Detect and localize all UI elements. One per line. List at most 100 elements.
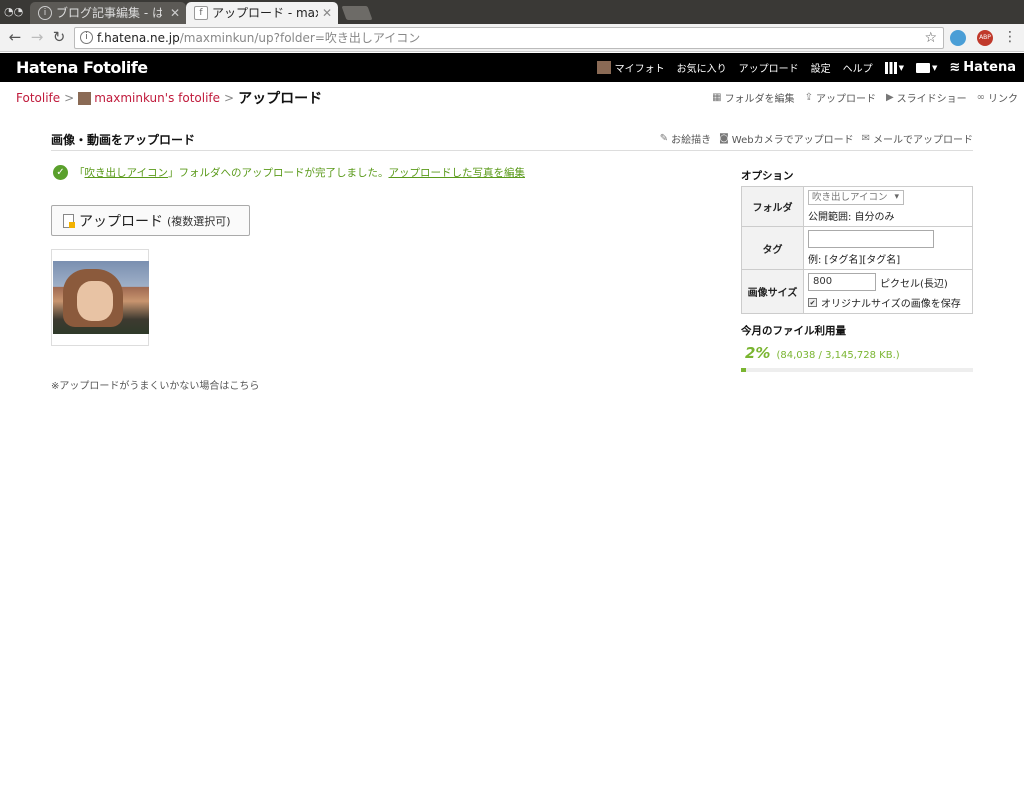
extension-bird-icon[interactable] (950, 30, 966, 46)
usage-progress-fill (741, 368, 746, 372)
nav-upload[interactable]: アップロード (739, 60, 799, 75)
camera-icon: ◙ (719, 133, 729, 144)
tab-favicon-icon: f (194, 6, 208, 20)
upload-person-icon: ⇪ (804, 92, 813, 103)
browser-menu-icon[interactable]: ⋮ (1003, 28, 1017, 46)
folder-link[interactable]: 吹き出しアイコン (85, 165, 168, 180)
size-input[interactable]: 800 (808, 273, 876, 291)
notifications-menu[interactable]: ▼ (915, 62, 938, 73)
link-label: フォルダを編集 (724, 94, 795, 105)
link-label: お絵描き (671, 135, 712, 146)
edit-uploaded-link[interactable]: アップロードした写真を編集 (388, 165, 525, 180)
webcam-link[interactable]: ◙ Webカメラでアップロード (719, 131, 854, 146)
chain-link-icon: ∞ (976, 92, 985, 103)
breadcrumb-separator: > (224, 91, 235, 105)
user-avatar (78, 91, 92, 105)
divider (51, 150, 973, 151)
new-tab-button[interactable] (341, 6, 373, 20)
breadcrumb: Fotolife > maxminkun's fotolife > アップロード (16, 88, 322, 108)
info-icon[interactable]: i (80, 31, 93, 44)
thumbnail-image (53, 261, 149, 334)
help-link[interactable]: ※アップロードがうまくいかない場合はこちら (51, 377, 259, 392)
incognito-icon: ◔◔ (4, 5, 24, 18)
tab-favicon-icon: i (38, 6, 52, 20)
envelope-icon: ✉ (861, 133, 870, 144)
page-title: アップロード (238, 91, 323, 107)
tab-close-icon[interactable]: ✕ (170, 2, 180, 24)
draw-link[interactable]: ✎ お絵描き (660, 131, 711, 146)
keep-original-option[interactable]: ✔ オリジナルサイズの画像を保存 (808, 295, 968, 310)
breadcrumb-root[interactable]: Fotolife (16, 91, 60, 105)
wifi-logo-icon: ≋ (949, 60, 961, 75)
nav-favorites[interactable]: お気に入り (677, 60, 727, 75)
url-path: /maxminkun/up?folder=吹き出しアイコン (179, 31, 421, 45)
link-label: Webカメラでアップロード (731, 135, 854, 146)
size-unit: ピクセル(長辺) (880, 278, 948, 290)
link-label: スライドショー (896, 94, 967, 105)
tab-close-icon[interactable]: ✕ (322, 2, 332, 24)
nav-myfoto[interactable]: マイフォト (596, 60, 665, 75)
folder-grid-icon: ▦ (712, 92, 722, 103)
upload-button-sub: (複数選択可) (167, 214, 231, 228)
apps-menu[interactable]: ▼ (884, 61, 904, 74)
tag-cell: 例: [タグ名][タグ名] (803, 226, 973, 270)
tab-blog-edit[interactable]: i ブログ記事編集 - は ✕ (30, 2, 186, 24)
grid-icon (884, 61, 897, 74)
forward-arrow-icon[interactable]: → (28, 28, 46, 46)
brand-label: Hatena (963, 60, 1016, 75)
back-arrow-icon[interactable]: ← (6, 28, 24, 46)
site-header: Hatena Fotolife マイフォト お気に入り アップロード 設定 ヘル… (0, 53, 1024, 82)
folder-cell: 吹き出しアイコン 公開範囲: 自分のみ (803, 186, 973, 227)
upload-button[interactable]: アップロード (複数選択可) (51, 205, 250, 236)
checkbox-checked-icon[interactable]: ✔ (808, 298, 817, 307)
link-link[interactable]: ∞ リンク (977, 90, 1018, 105)
breadcrumb-user[interactable]: maxminkun's fotolife (94, 91, 220, 105)
notice-text: 」フォルダへのアップロードが完了しました。 (167, 167, 389, 179)
usage-heading: 今月のファイル利用量 (741, 325, 846, 337)
page-actions: ▦ フォルダを編集 ⇪ アップロード ▶ スライドショー ∞ リンク (702, 90, 1018, 105)
bookmark-star-icon[interactable]: ☆ (924, 28, 937, 48)
mail-link[interactable]: ✉ メールでアップロード (862, 131, 973, 146)
hatena-brand-link[interactable]: ≋ Hatena (949, 60, 1016, 75)
upload-link[interactable]: ⇪ アップロード (805, 90, 876, 105)
speech-bubble-icon (915, 62, 930, 73)
tab-title: アップロード - maxmi (212, 6, 318, 20)
usage-bytes: (84,038 / 3,145,728 KB.) (776, 350, 900, 361)
slideshow-link[interactable]: ▶ スライドショー (886, 90, 967, 105)
upload-button-label: アップロード (79, 213, 163, 230)
site-logo[interactable]: Hatena Fotolife (16, 58, 148, 77)
nav-help[interactable]: ヘルプ (843, 60, 873, 75)
tag-example: 例: [タグ名][タグ名] (808, 255, 901, 266)
nav-settings[interactable]: 設定 (811, 60, 831, 75)
tab-upload[interactable]: f アップロード - maxmi ✕ (186, 2, 338, 24)
pen-icon: ✎ (659, 133, 669, 144)
visibility-text: 公開範囲: 自分のみ (808, 212, 895, 223)
address-bar[interactable]: i f.hatena.ne.jp/maxminkun/up?folder=吹き出… (74, 27, 944, 49)
breadcrumb-separator: > (64, 91, 75, 105)
tab-title: ブログ記事編集 - は (56, 6, 162, 20)
folder-label: フォルダ (741, 186, 804, 227)
section-title: 画像・動画をアップロード (51, 133, 196, 147)
reload-icon[interactable]: ↻ (50, 28, 68, 46)
url-host: f.hatena.ne.jp (97, 31, 180, 45)
uploaded-thumbnail[interactable] (51, 249, 149, 346)
image-detail (77, 281, 113, 321)
tag-input[interactable] (808, 230, 934, 248)
usage-readout: 2% (84,038 / 3,145,728 KB.) (745, 344, 900, 362)
caret-down-icon: ▼ (931, 63, 938, 72)
link-label: アップロード (815, 94, 876, 105)
adblock-icon[interactable]: ABP (977, 30, 993, 46)
browser-tabstrip: ◔◔ i ブログ記事編集 - は ✕ f アップロード - maxmi ✕ (0, 0, 1024, 24)
user-avatar (596, 61, 611, 74)
link-label: リンク (988, 94, 1018, 105)
add-file-icon (63, 213, 75, 228)
upload-methods: ✎ お絵描き ◙ Webカメラでアップロード ✉ メールでアップロード (652, 131, 973, 146)
keep-original-label: オリジナルサイズの画像を保存 (821, 299, 961, 310)
size-label: 画像サイズ (741, 269, 804, 314)
edit-folder-link[interactable]: ▦ フォルダを編集 (712, 90, 794, 105)
folder-select[interactable]: 吹き出しアイコン (808, 190, 904, 205)
size-cell: 800 ピクセル(長辺) ✔ オリジナルサイズの画像を保存 (803, 269, 973, 314)
nav-label: マイフォト (614, 64, 665, 75)
options-table: フォルダ 吹き出しアイコン 公開範囲: 自分のみ タグ 例: [タグ名][タグ名… (741, 186, 973, 314)
upload-complete-notice: ✓ 「吹き出しアイコン 」フォルダへのアップロードが完了しました。 アップロードした… (53, 165, 525, 180)
